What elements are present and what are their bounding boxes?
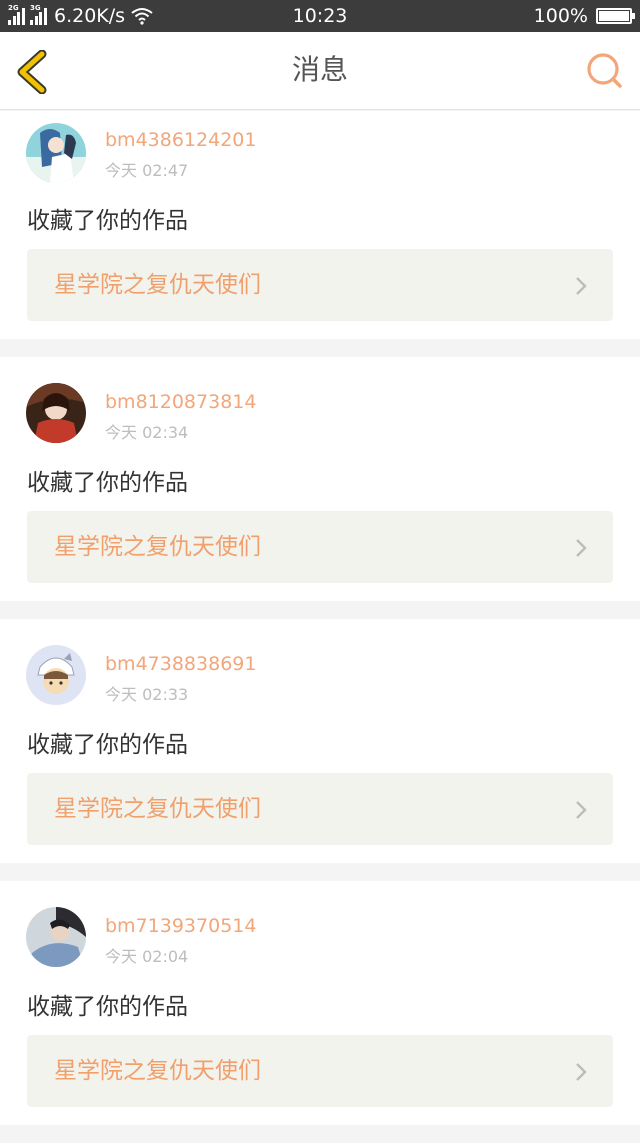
- work-link[interactable]: 星学院之复仇天使们: [27, 511, 613, 583]
- avatar[interactable]: [26, 123, 86, 183]
- work-title: 星学院之复仇天使们: [54, 272, 261, 298]
- username[interactable]: bm4386124201: [105, 129, 256, 151]
- avatar[interactable]: [26, 383, 86, 443]
- chevron-right-icon: [576, 1063, 587, 1081]
- chevron-right-icon: [576, 277, 587, 295]
- work-link[interactable]: 星学院之复仇天使们: [27, 773, 613, 845]
- chevron-right-icon: [576, 539, 587, 557]
- notification-message: 收藏了你的作品: [27, 994, 188, 1020]
- username[interactable]: bm8120873814: [105, 391, 256, 413]
- work-title: 星学院之复仇天使们: [54, 534, 261, 560]
- chevron-right-icon: [576, 801, 587, 819]
- timestamp: 今天 02:47: [105, 161, 189, 180]
- avatar[interactable]: [26, 645, 86, 705]
- battery-icon: [596, 8, 635, 24]
- notification-card: bm7139370514 今天 02:04 收藏了你的作品 星学院之复仇天使们: [0, 881, 640, 1125]
- username[interactable]: bm4738838691: [105, 653, 256, 675]
- notification-message: 收藏了你的作品: [27, 732, 188, 758]
- notification-card: bm8120873814 今天 02:34 收藏了你的作品 星学院之复仇天使们: [0, 357, 640, 601]
- work-title: 星学院之复仇天使们: [54, 1058, 261, 1084]
- notification-list: bm4386124201 今天 02:47 收藏了你的作品 星学院之复仇天使们 …: [0, 111, 640, 1143]
- notification-card: bm4386124201 今天 02:47 收藏了你的作品 星学院之复仇天使们: [0, 111, 640, 339]
- timestamp: 今天 02:33: [105, 685, 189, 704]
- battery-percent: 100%: [533, 5, 588, 27]
- app-header: 消息: [0, 32, 640, 110]
- work-title: 星学院之复仇天使们: [54, 796, 261, 822]
- work-link[interactable]: 星学院之复仇天使们: [27, 1035, 613, 1107]
- notification-message: 收藏了你的作品: [27, 208, 188, 234]
- status-bar-right: 100%: [533, 0, 635, 32]
- notification-message: 收藏了你的作品: [27, 470, 188, 496]
- notification-card: bm4738838691 今天 02:33 收藏了你的作品 星学院之复仇天使们: [0, 619, 640, 863]
- avatar[interactable]: [26, 907, 86, 967]
- timestamp: 今天 02:04: [105, 947, 189, 966]
- page-title: 消息: [291, 53, 348, 86]
- status-bar: 2G 3G 6.20K/s 10:23 100%: [0, 0, 640, 32]
- work-link[interactable]: 星学院之复仇天使们: [27, 249, 613, 321]
- username[interactable]: bm7139370514: [105, 915, 256, 937]
- search-icon[interactable]: [584, 50, 624, 90]
- timestamp: 今天 02:34: [105, 423, 189, 442]
